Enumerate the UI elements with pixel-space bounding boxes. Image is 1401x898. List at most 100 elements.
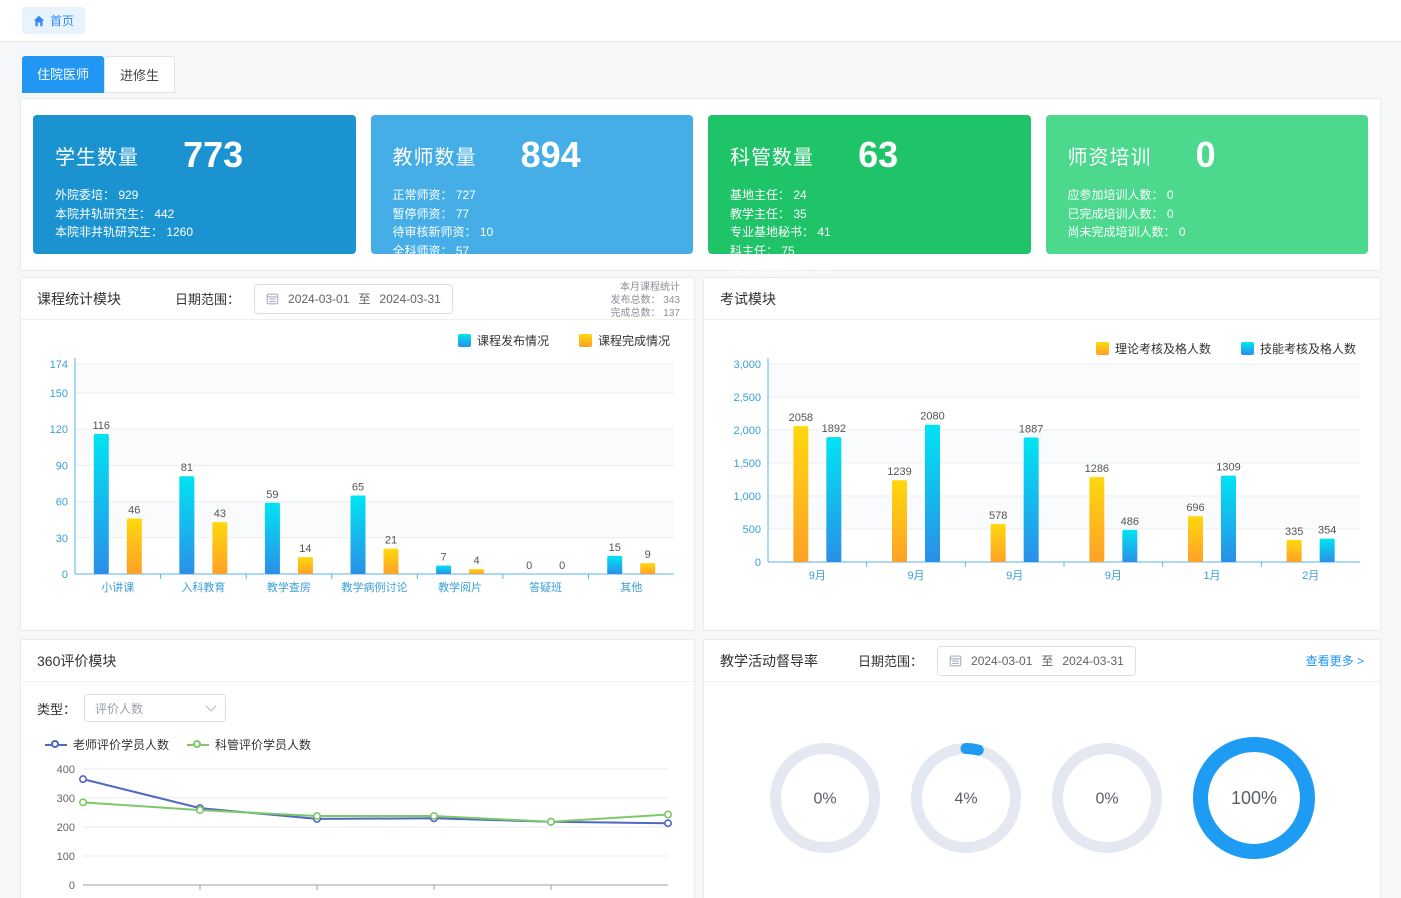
stat-card-training: 师资培训 0 应参加培训人数： 0已完成培训人数： 0尚未完成培训人数： 0: [1046, 115, 1369, 254]
legend-item-teacher-eval[interactable]: 老师评价学员人数: [45, 736, 169, 753]
select-value: 评价人数: [95, 700, 143, 717]
svg-text:其他: 其他: [620, 581, 642, 594]
supervision-date-range-picker[interactable]: 2024-03-01 至 2024-03-31: [937, 646, 1136, 676]
supervision-panel: 教学活动督导率 日期范围： 2024-03-01 至 2024-03-31 查看…: [703, 639, 1381, 898]
date-end: 2024-03-31: [379, 292, 440, 306]
svg-text:59: 59: [266, 489, 278, 501]
card-detail-line: 科主任： 75: [730, 242, 1009, 261]
svg-text:46: 46: [128, 504, 140, 516]
card-detail-line: 应参加培训人数： 0: [1068, 186, 1347, 205]
svg-text:9: 9: [645, 549, 651, 561]
course-monthly-summary: 本月课程统计 发布总数： 343 完成总数： 137: [611, 282, 680, 320]
svg-text:教学病例讨论: 教学病例讨论: [342, 580, 408, 594]
svg-text:1286: 1286: [1085, 463, 1109, 475]
svg-text:120: 120: [50, 424, 68, 436]
svg-text:小讲课: 小讲课: [101, 580, 134, 594]
svg-text:174: 174: [50, 359, 68, 371]
svg-text:教学阅片: 教学阅片: [438, 580, 482, 594]
svg-text:60: 60: [56, 497, 68, 509]
svg-text:9月: 9月: [907, 570, 924, 582]
course-statistics-panel: 课程统计模块 日期范围： 2024-03-01 至 2024-03-31 本月课…: [20, 277, 695, 631]
svg-text:90: 90: [56, 460, 68, 472]
tab-resident[interactable]: 住院医师: [22, 56, 104, 93]
card-detail-line: 专业基地秘书： 41: [730, 223, 1009, 242]
line-marker-green: [187, 738, 209, 751]
stat-card-students: 学生数量 773 外院委培： 929本院并轨研究生： 442本院非并轨研究生： …: [33, 115, 356, 254]
svg-text:200: 200: [57, 822, 75, 834]
top-bar: 首页: [0, 0, 1401, 42]
svg-text:486: 486: [1121, 516, 1139, 528]
svg-text:500: 500: [743, 524, 761, 536]
svg-text:81: 81: [181, 462, 193, 474]
svg-text:1309: 1309: [1216, 462, 1240, 474]
card-title: 师资培训: [1068, 141, 1196, 170]
home-icon: [33, 15, 45, 27]
legend-item-published[interactable]: 课程发布情况: [458, 332, 549, 348]
card-value: 0: [1196, 134, 1216, 176]
stat-cards-panel: 学生数量 773 外院委培： 929本院并轨研究生： 442本院非并轨研究生： …: [20, 98, 1381, 271]
stat-card-teachers: 教师数量 894 正常师资： 727暂停师资： 77待审核新师资： 10全科师资…: [371, 115, 694, 254]
svg-text:14: 14: [299, 543, 311, 555]
svg-text:100: 100: [57, 851, 75, 863]
date-start: 2024-03-01: [288, 292, 349, 306]
tab-trainee[interactable]: 进修生: [104, 56, 175, 93]
svg-text:7: 7: [441, 552, 447, 564]
card-title: 教师数量: [393, 141, 521, 170]
evaluation-legend: 老师评价学员人数 科管评价学员人数: [45, 736, 678, 753]
card-title: 科管数量: [730, 141, 858, 170]
stat-card-managers: 科管数量 63 基地主任： 24教学主任： 35专业基地秘书： 41科主任： 7…: [708, 115, 1031, 254]
date-range-label: 日期范围：: [858, 651, 923, 670]
chevron-down-icon: [205, 700, 216, 711]
date-separator: 至: [1041, 652, 1053, 669]
svg-text:1,500: 1,500: [733, 458, 761, 470]
svg-text:1892: 1892: [822, 423, 846, 435]
svg-text:0: 0: [62, 569, 68, 581]
card-detail-line: 本院并轨研究生： 442: [55, 205, 334, 224]
course-chart-legend: 课程发布情况 课程完成情况: [21, 320, 694, 348]
card-details: 应参加培训人数： 0已完成培训人数： 0尚未完成培训人数： 0: [1068, 186, 1347, 242]
date-range-label: 日期范围：: [175, 289, 240, 308]
card-title: 学生数量: [55, 141, 183, 170]
svg-text:30: 30: [56, 533, 68, 545]
date-separator: 至: [358, 290, 370, 307]
course-date-range-picker[interactable]: 2024-03-01 至 2024-03-31: [254, 284, 453, 314]
card-detail-line: 全科师资： 57: [393, 242, 672, 261]
card-detail-line: 本院非并轨研究生： 1260: [55, 223, 334, 242]
date-end: 2024-03-31: [1062, 654, 1123, 668]
supervision-panel-title: 教学活动督导率: [720, 651, 818, 671]
breadcrumb[interactable]: 首页: [22, 7, 85, 34]
svg-text:9月: 9月: [809, 570, 826, 582]
supervision-donuts: 0%4%0%100%: [704, 682, 1380, 865]
evaluation-line-chart: 0100200300400: [37, 755, 682, 895]
svg-text:答疑班: 答疑班: [529, 580, 562, 594]
card-detail-line: 已完成培训人数： 0: [1068, 205, 1347, 224]
date-start: 2024-03-01: [971, 654, 1032, 668]
type-label: 类型：: [37, 699, 76, 718]
legend-chip-blue: [458, 334, 471, 347]
svg-text:116: 116: [93, 420, 111, 432]
svg-text:578: 578: [989, 510, 1007, 522]
svg-text:3,000: 3,000: [733, 359, 761, 371]
svg-text:4%: 4%: [954, 790, 977, 807]
card-detail-line: 尚未完成培训人数： 0: [1068, 223, 1347, 242]
svg-text:0: 0: [755, 557, 761, 569]
svg-text:400: 400: [57, 764, 75, 776]
card-value: 773: [183, 134, 243, 176]
view-more-link[interactable]: 查看更多 >: [1306, 652, 1364, 669]
legend-item-completed[interactable]: 课程完成情况: [579, 332, 670, 348]
svg-text:1887: 1887: [1019, 423, 1043, 435]
card-detail-line: 教学主任： 35: [730, 205, 1009, 224]
legend-item-manager-eval[interactable]: 科管评价学员人数: [187, 736, 311, 753]
card-detail-line: 待审核新师资： 10: [393, 223, 672, 242]
svg-text:教学查房: 教学查房: [267, 580, 311, 594]
svg-text:354: 354: [1318, 525, 1336, 537]
svg-text:1239: 1239: [887, 466, 911, 478]
calendar-icon: [266, 292, 279, 305]
calendar-icon: [949, 654, 962, 667]
svg-text:1月: 1月: [1203, 570, 1220, 582]
exam-chart-legend: 理论考核及格人数 技能考核及格人数: [704, 320, 1380, 348]
card-value: 894: [521, 134, 581, 176]
card-detail-line: 暂停师资： 77: [393, 205, 672, 224]
breadcrumb-label: 首页: [50, 12, 74, 29]
evaluation-type-select[interactable]: 评价人数: [84, 694, 226, 722]
